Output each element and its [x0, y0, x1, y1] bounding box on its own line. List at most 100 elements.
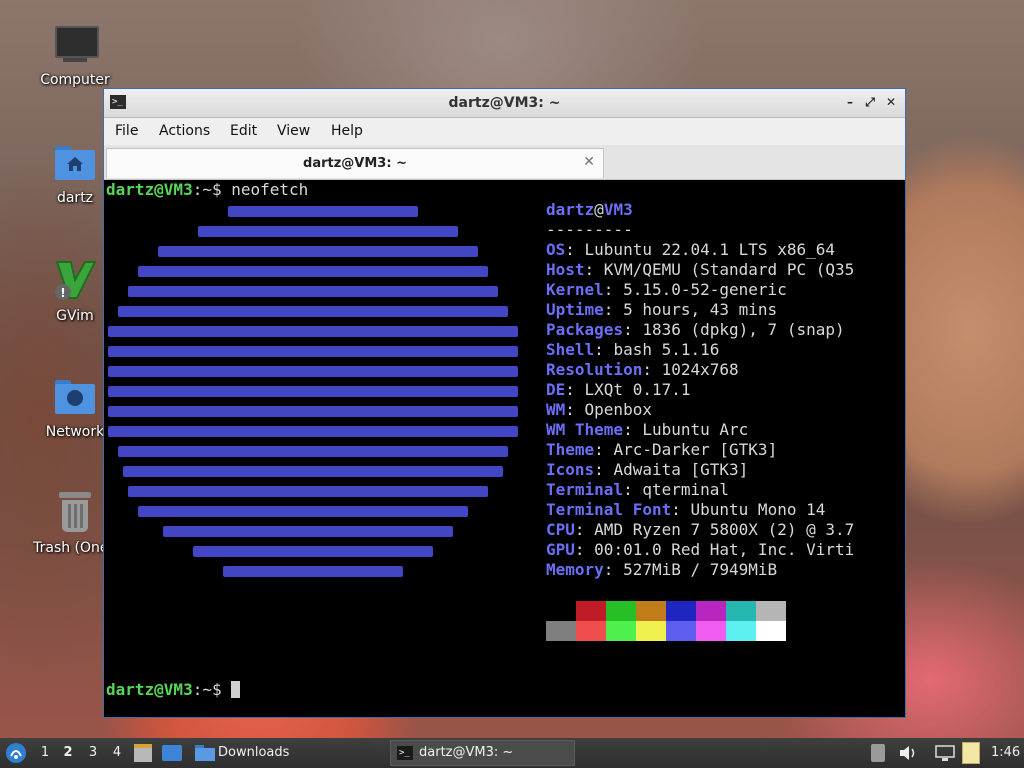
info-value: KVM/QEMU (Standard PC (Q35 [603, 260, 855, 279]
show-desktop-icon[interactable] [162, 745, 182, 761]
header-user: dartz [546, 200, 595, 219]
color-swatch [756, 621, 786, 641]
ascii-art-row [108, 406, 518, 417]
command-line: dartz@VM3:~$ neofetch [106, 180, 308, 200]
prompt-path: :~$ [192, 180, 232, 199]
tab-close-icon[interactable]: ✕ [583, 154, 595, 170]
info-row: Uptime: 5 hours, 43 mins [546, 300, 778, 319]
color-swatch [636, 601, 666, 621]
ascii-art-row [128, 486, 488, 497]
desktop-switch-1[interactable]: 1 [38, 745, 52, 760]
info-value: LXQt 0.17.1 [584, 380, 691, 399]
menu-edit[interactable]: Edit [230, 123, 257, 139]
trash-icon [53, 490, 97, 534]
ascii-art-row [198, 226, 458, 237]
lubuntu-ascii-logo [108, 202, 518, 602]
clock[interactable]: 1:46 [991, 745, 1020, 760]
eject-icon[interactable] [871, 744, 885, 762]
info-value: Lubuntu 22.04.1 LTS x86_64 [584, 240, 835, 259]
window-title: dartz@VM3: ~ [448, 95, 561, 111]
terminal-output[interactable]: dartz@VM3:~$ neofetch dartz@VM3 --------… [104, 180, 905, 717]
volume-icon[interactable] [898, 744, 918, 766]
info-key: OS [546, 240, 566, 259]
info-value: bash 5.1.16 [613, 340, 720, 359]
prompt-line: dartz@VM3:~$ [106, 680, 241, 700]
clipboard-icon[interactable] [962, 742, 980, 764]
desktop-switch-3[interactable]: 3 [86, 745, 100, 760]
lubuntu-menu-icon[interactable] [5, 742, 27, 764]
color-swatch [756, 601, 786, 621]
minimize-button[interactable]: – [842, 94, 858, 110]
ascii-art-row [193, 546, 433, 557]
ascii-art-row [108, 386, 518, 397]
info-key: Shell [546, 340, 595, 359]
ascii-art-row [118, 446, 508, 457]
desktop-icon-computer[interactable]: Computer [27, 22, 123, 88]
terminal-window[interactable]: >_ dartz@VM3: ~ – ⤢ ✕ File Actions Edit … [103, 88, 906, 718]
info-row: Resolution: 1024x768 [546, 360, 739, 379]
close-button[interactable]: ✕ [883, 94, 899, 110]
color-swatch [696, 621, 726, 641]
menu-actions[interactable]: Actions [159, 123, 210, 139]
taskbar-task-terminal[interactable]: >_ dartz@VM3: ~ [390, 740, 575, 766]
color-swatch [636, 621, 666, 641]
downloads-launcher[interactable]: Downloads [218, 745, 289, 760]
ascii-art-row [228, 206, 418, 217]
menu-view[interactable]: View [277, 123, 310, 139]
info-key: Memory [546, 560, 604, 579]
info-value: 00:01.0 Red Hat, Inc. Virti [594, 540, 855, 559]
menu-help[interactable]: Help [331, 123, 363, 139]
color-swatch [726, 601, 756, 621]
info-row: CPU: AMD Ryzen 7 5800X (2) @ 3.7 [546, 520, 855, 539]
info-key: WM Theme [546, 420, 624, 439]
color-swatch [546, 601, 576, 621]
info-value: Lubuntu Arc [642, 420, 749, 439]
info-key: Icons [546, 460, 595, 479]
menu-file[interactable]: File [115, 123, 138, 139]
info-row: WM Theme: Lubuntu Arc [546, 420, 749, 439]
ascii-art-row [138, 506, 468, 517]
color-swatch [696, 601, 726, 621]
color-swatch [546, 621, 576, 641]
info-value: Arc-Darker [GTK3] [613, 440, 778, 459]
tab-terminal[interactable]: dartz@VM3: ~ ✕ [106, 148, 604, 178]
info-key: GPU [546, 540, 575, 559]
color-swatch [576, 621, 606, 641]
info-row: Memory: 527MiB / 7949MiB [546, 560, 778, 579]
info-key: WM [546, 400, 566, 419]
prompt-path: :~$ [192, 680, 232, 699]
ascii-art-row [138, 266, 488, 277]
desktop-switch-2[interactable]: 2 [61, 745, 75, 760]
desktop-switch-4[interactable]: 4 [110, 745, 124, 760]
ascii-art-row [123, 466, 503, 477]
command-text: neofetch [231, 180, 309, 199]
info-row: Theme: Arc-Darker [GTK3] [546, 440, 778, 459]
menu-bar: File Actions Edit View Help [104, 118, 905, 145]
ascii-art-row [108, 326, 518, 337]
terminal-icon: >_ [397, 746, 413, 760]
home-folder-icon [53, 140, 97, 184]
neofetch-separator: --------- [546, 220, 633, 239]
info-value: Openbox [584, 400, 652, 419]
network-icon[interactable] [935, 744, 955, 766]
tab-bar: dartz@VM3: ~ ✕ [104, 145, 905, 180]
info-key: Uptime [546, 300, 604, 319]
prompt-user: dartz@VM3 [106, 180, 193, 199]
file-manager-icon[interactable] [134, 744, 152, 762]
color-swatch [666, 621, 696, 641]
info-value: 527MiB / 7949MiB [623, 560, 778, 579]
info-row: Shell: bash 5.1.16 [546, 340, 720, 359]
ascii-art-row [158, 246, 478, 257]
window-titlebar[interactable]: >_ dartz@VM3: ~ – ⤢ ✕ [104, 89, 905, 118]
ascii-art-row [108, 346, 518, 357]
computer-icon [53, 22, 99, 66]
tab-label: dartz@VM3: ~ [303, 156, 407, 171]
info-value: Adwaita [GTK3] [613, 460, 749, 479]
taskbar-task-label: dartz@VM3: ~ [419, 745, 514, 760]
prompt-user: dartz@VM3 [106, 680, 193, 699]
ascii-art-row [223, 566, 403, 577]
maximize-button[interactable]: ⤢ [862, 94, 878, 110]
info-row: OS: Lubuntu 22.04.1 LTS x86_64 [546, 240, 835, 259]
info-row: Icons: Adwaita [GTK3] [546, 460, 749, 479]
ascii-art-row [108, 426, 518, 437]
